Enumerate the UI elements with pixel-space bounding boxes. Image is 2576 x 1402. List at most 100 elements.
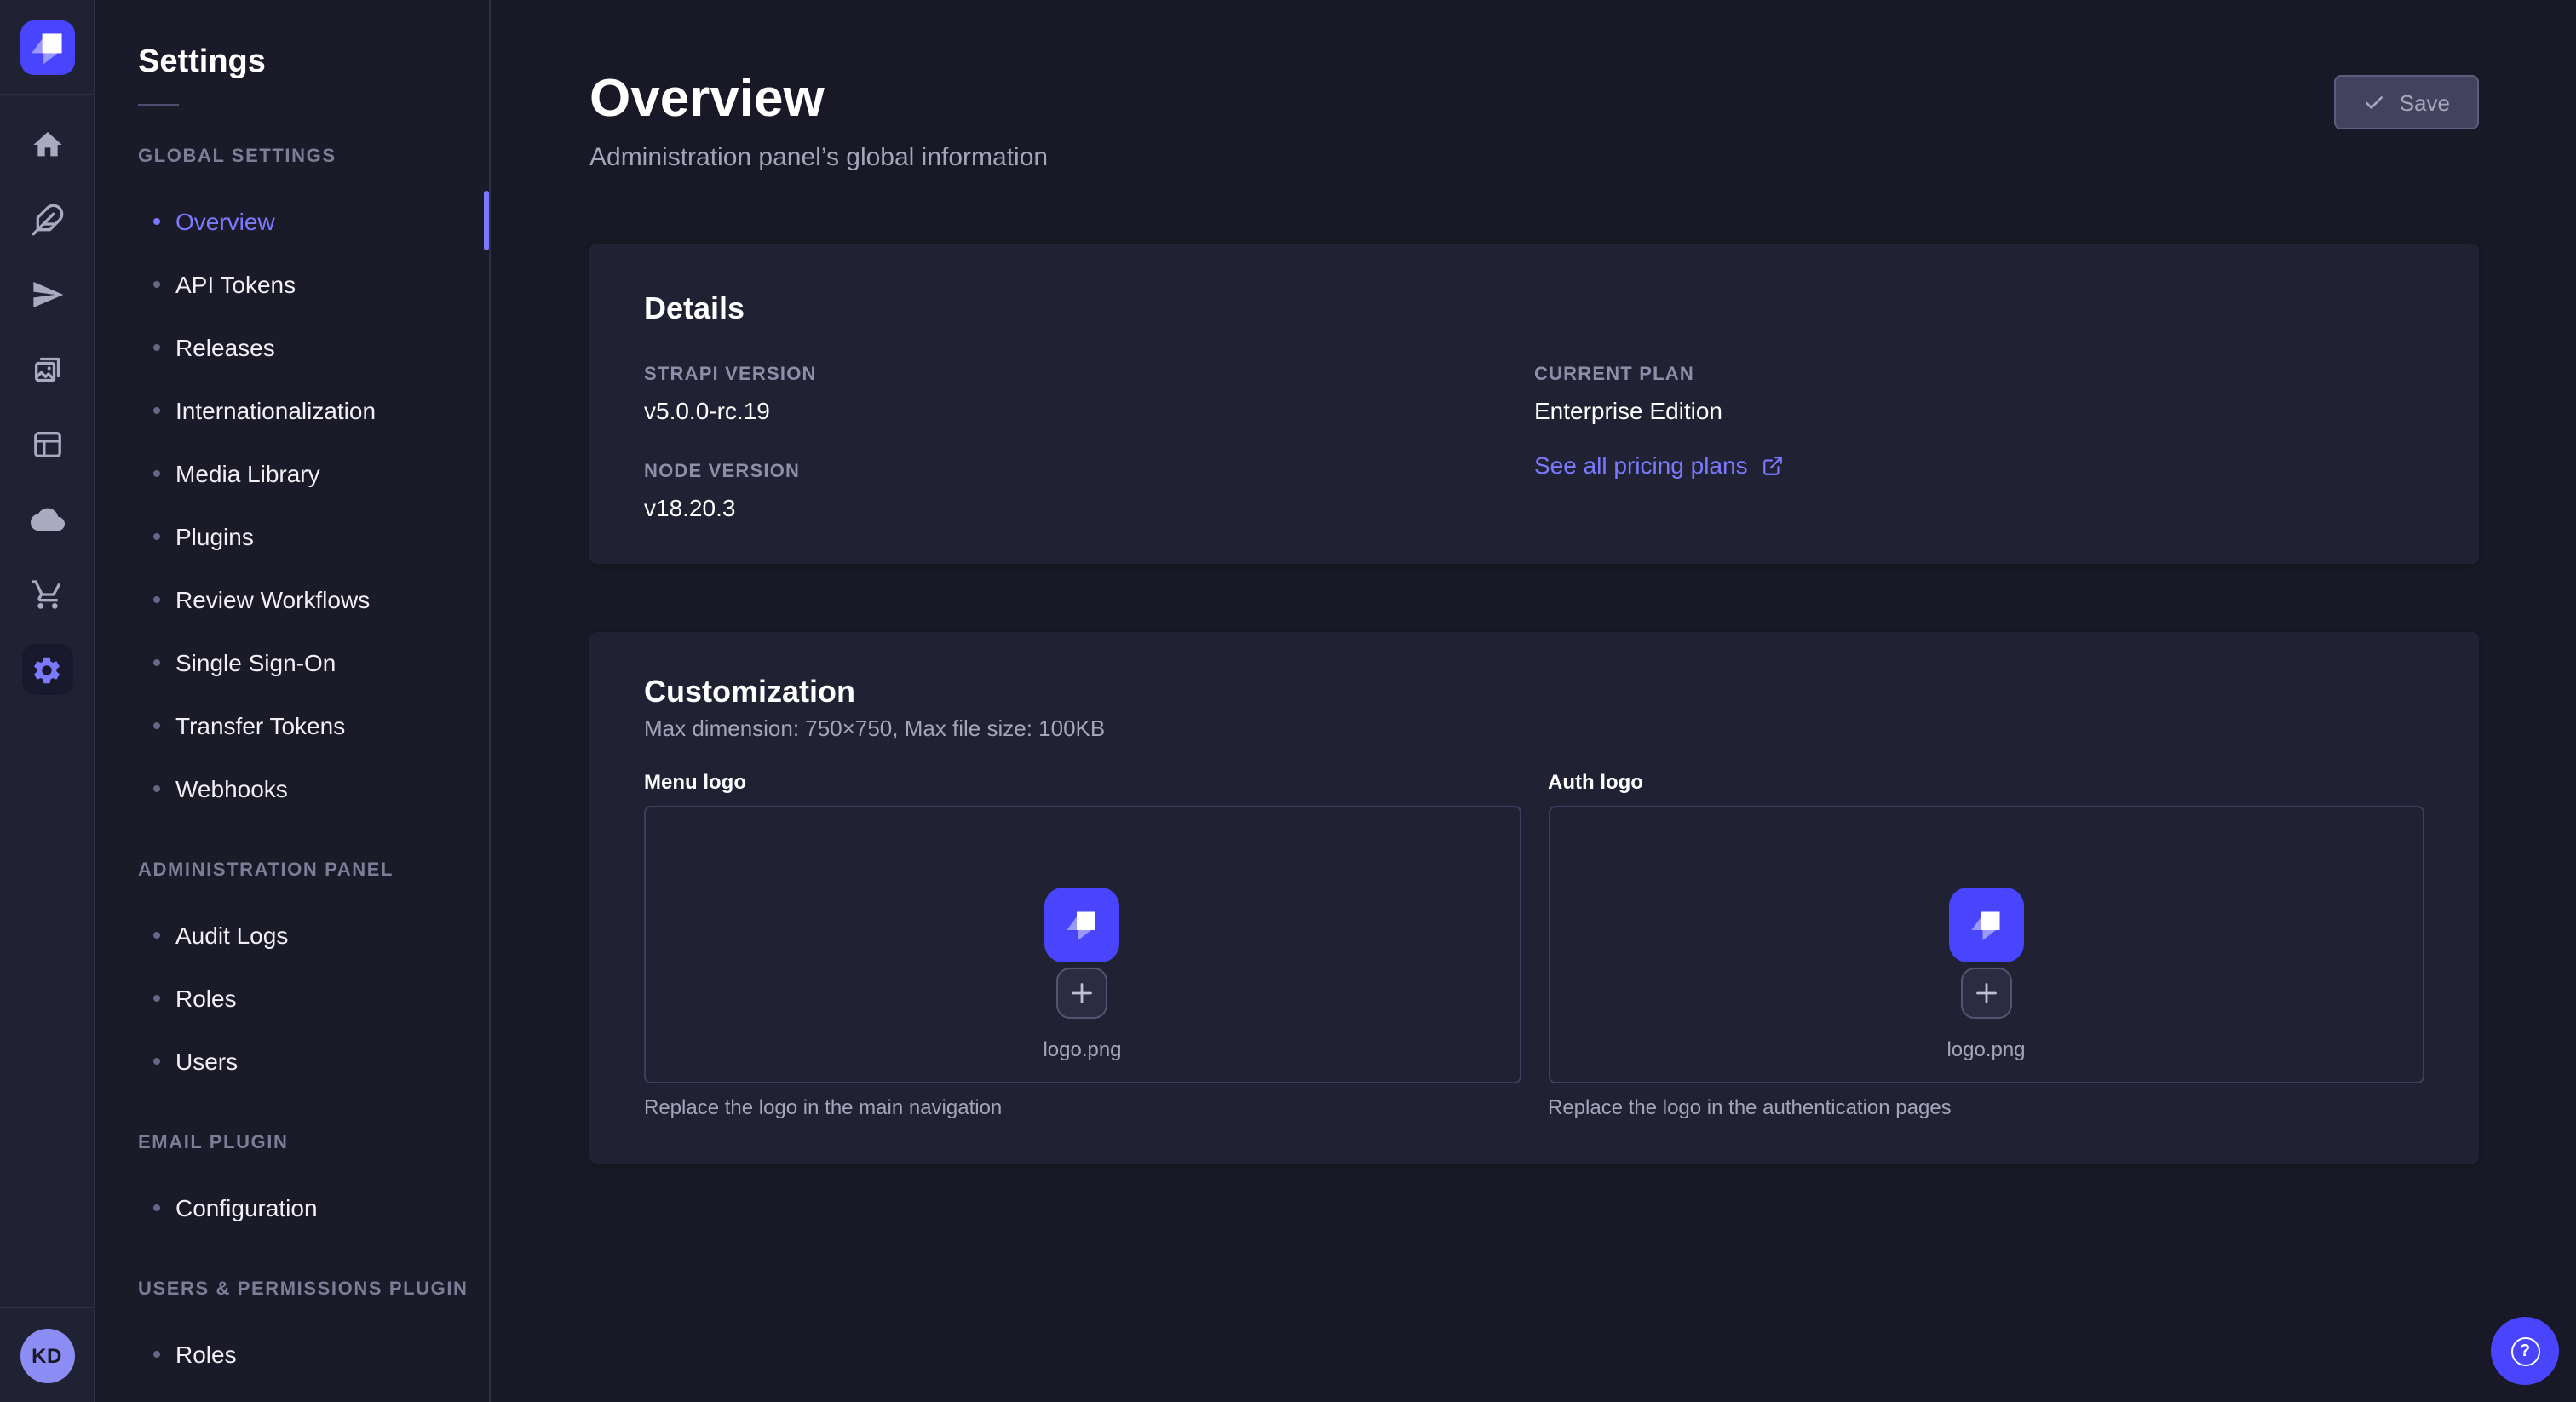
subnav-divider <box>138 104 179 106</box>
auth-logo-preview <box>1949 888 2024 962</box>
rail-item-media-library[interactable] <box>13 336 81 404</box>
rail-item-marketplace[interactable] <box>13 560 81 629</box>
auth-logo-hint: Replace the logo in the authentication p… <box>1548 1095 2424 1119</box>
strapi-admin-settings-page: KD Settings GLOBAL SETTINGS Overview API… <box>0 0 2576 1402</box>
page-header: Overview Administration panel’s global i… <box>589 0 2479 172</box>
plus-icon <box>1975 981 1998 1005</box>
layout-icon <box>30 428 64 462</box>
strapi-mark-icon <box>20 20 74 74</box>
rail-item-content-type-builder[interactable] <box>13 411 81 479</box>
main-nav-rail: KD <box>0 0 95 1402</box>
settings-subnav: Settings GLOBAL SETTINGS Overview API To… <box>95 0 491 1402</box>
bullet-icon <box>153 658 160 665</box>
subnav-item-plugins[interactable]: Plugins <box>95 504 489 567</box>
bullet-icon <box>153 931 160 938</box>
node-version-field: NODE VERSION v18.20.3 <box>644 462 1534 521</box>
details-card: Details STRAPI VERSION v5.0.0-rc.19 NODE… <box>589 244 2479 564</box>
page-title: Overview <box>589 68 1048 129</box>
customization-card: Customization Max dimension: 750×750, Ma… <box>589 632 2479 1164</box>
subnav-item-admin-roles[interactable]: Roles <box>95 966 489 1029</box>
bullet-icon <box>153 595 160 602</box>
bullet-icon <box>153 1204 160 1210</box>
cloud-icon <box>30 503 64 537</box>
strapi-logo[interactable] <box>20 20 74 74</box>
bullet-icon <box>153 343 160 350</box>
subnav-item-review-workflows[interactable]: Review Workflows <box>95 567 489 630</box>
images-icon <box>30 353 64 387</box>
page-header-text: Overview Administration panel’s global i… <box>589 0 1048 172</box>
check-icon <box>2364 91 2386 113</box>
details-right-column: CURRENT PLAN Enterprise Edition See all … <box>1534 348 2424 521</box>
main-content: Overview Administration panel’s global i… <box>492 0 2576 1402</box>
bullet-icon <box>153 994 160 1001</box>
active-indicator <box>484 191 489 250</box>
rail-footer: KD <box>0 1307 94 1402</box>
subnav-item-up-roles[interactable]: Roles <box>95 1322 489 1385</box>
bullet-icon <box>153 469 160 476</box>
auth-logo-dropzone[interactable]: logo.png <box>1548 806 2424 1083</box>
section-administration-panel: ADMINISTRATION PANEL <box>138 860 489 881</box>
bullet-icon <box>153 406 160 413</box>
section-global-settings: GLOBAL SETTINGS <box>138 147 489 167</box>
bullet-icon <box>153 280 160 287</box>
details-grid: STRAPI VERSION v5.0.0-rc.19 NODE VERSION… <box>644 348 2424 521</box>
rail-item-settings[interactable] <box>13 635 81 704</box>
paper-plane-icon <box>30 278 64 312</box>
subnav-header: Settings <box>95 0 489 106</box>
gear-icon <box>31 653 63 686</box>
rail-header <box>0 0 94 95</box>
save-button[interactable]: Save <box>2335 75 2479 129</box>
add-menu-logo-button[interactable] <box>1057 968 1108 1019</box>
subnav-list: GLOBAL SETTINGS Overview API Tokens Rele… <box>95 147 489 1402</box>
strapi-mark-icon <box>1057 899 1108 951</box>
rail-item-content-manager[interactable] <box>13 186 81 254</box>
subnav-item-audit-logs[interactable]: Audit Logs <box>95 903 489 966</box>
strapi-version-field: STRAPI VERSION v5.0.0-rc.19 <box>644 365 1534 424</box>
add-auth-logo-button[interactable] <box>1961 968 2012 1019</box>
bullet-icon <box>153 1350 160 1357</box>
subnav-item-single-sign-on[interactable]: Single Sign-On <box>95 630 489 693</box>
pricing-plans-link[interactable]: See all pricing plans <box>1534 451 2424 479</box>
rail-item-releases[interactable] <box>13 261 81 329</box>
menu-logo-filename: logo.png <box>1043 1037 1121 1061</box>
subnav-item-api-tokens[interactable]: API Tokens <box>95 252 489 315</box>
auth-logo-filename: logo.png <box>1946 1037 2025 1061</box>
details-left-column: STRAPI VERSION v5.0.0-rc.19 NODE VERSION… <box>644 348 1534 521</box>
subnav-item-releases[interactable]: Releases <box>95 315 489 378</box>
subnav-item-up-providers[interactable]: Providers <box>95 1385 489 1402</box>
bullet-icon <box>153 721 160 728</box>
current-plan-field: CURRENT PLAN Enterprise Edition <box>1534 365 2424 424</box>
subnav-item-email-configuration[interactable]: Configuration <box>95 1175 489 1238</box>
question-mark-icon: ? <box>2510 1336 2539 1365</box>
home-icon <box>30 128 64 162</box>
auth-logo-upload: Auth logo <box>1548 770 2424 1119</box>
customization-card-title: Customization <box>644 675 2424 710</box>
feather-icon <box>30 203 64 237</box>
bullet-icon <box>153 784 160 791</box>
section-email-plugin: EMAIL PLUGIN <box>138 1133 489 1153</box>
help-button[interactable]: ? <box>2491 1317 2559 1385</box>
menu-logo-hint: Replace the logo in the main navigation <box>644 1095 1521 1119</box>
menu-logo-dropzone[interactable]: logo.png <box>644 806 1521 1083</box>
subnav-item-transfer-tokens[interactable]: Transfer Tokens <box>95 693 489 756</box>
rail-item-home[interactable] <box>13 111 81 179</box>
plus-icon <box>1071 981 1095 1005</box>
rail-item-deploy[interactable] <box>13 486 81 554</box>
bullet-icon <box>153 1057 160 1064</box>
cart-icon <box>30 577 64 612</box>
customization-constraints: Max dimension: 750×750, Max file size: 1… <box>644 715 2424 741</box>
external-link-icon <box>1762 454 1784 476</box>
subnav-item-webhooks[interactable]: Webhooks <box>95 756 489 819</box>
section-users-permissions-plugin: USERS & PERMISSIONS PLUGIN <box>138 1279 489 1300</box>
menu-logo-preview <box>1045 888 1120 962</box>
rail-nav <box>0 95 94 704</box>
subnav-item-internationalization[interactable]: Internationalization <box>95 378 489 441</box>
user-avatar[interactable]: KD <box>20 1328 74 1382</box>
subnav-title: Settings <box>138 44 448 82</box>
bullet-icon <box>153 532 160 539</box>
menu-logo-upload: Menu logo <box>644 770 1521 1119</box>
subnav-item-overview[interactable]: Overview <box>95 189 489 252</box>
subnav-item-admin-users[interactable]: Users <box>95 1029 489 1092</box>
subnav-item-media-library[interactable]: Media Library <box>95 441 489 504</box>
logo-uploads-row: Menu logo <box>644 770 2424 1119</box>
